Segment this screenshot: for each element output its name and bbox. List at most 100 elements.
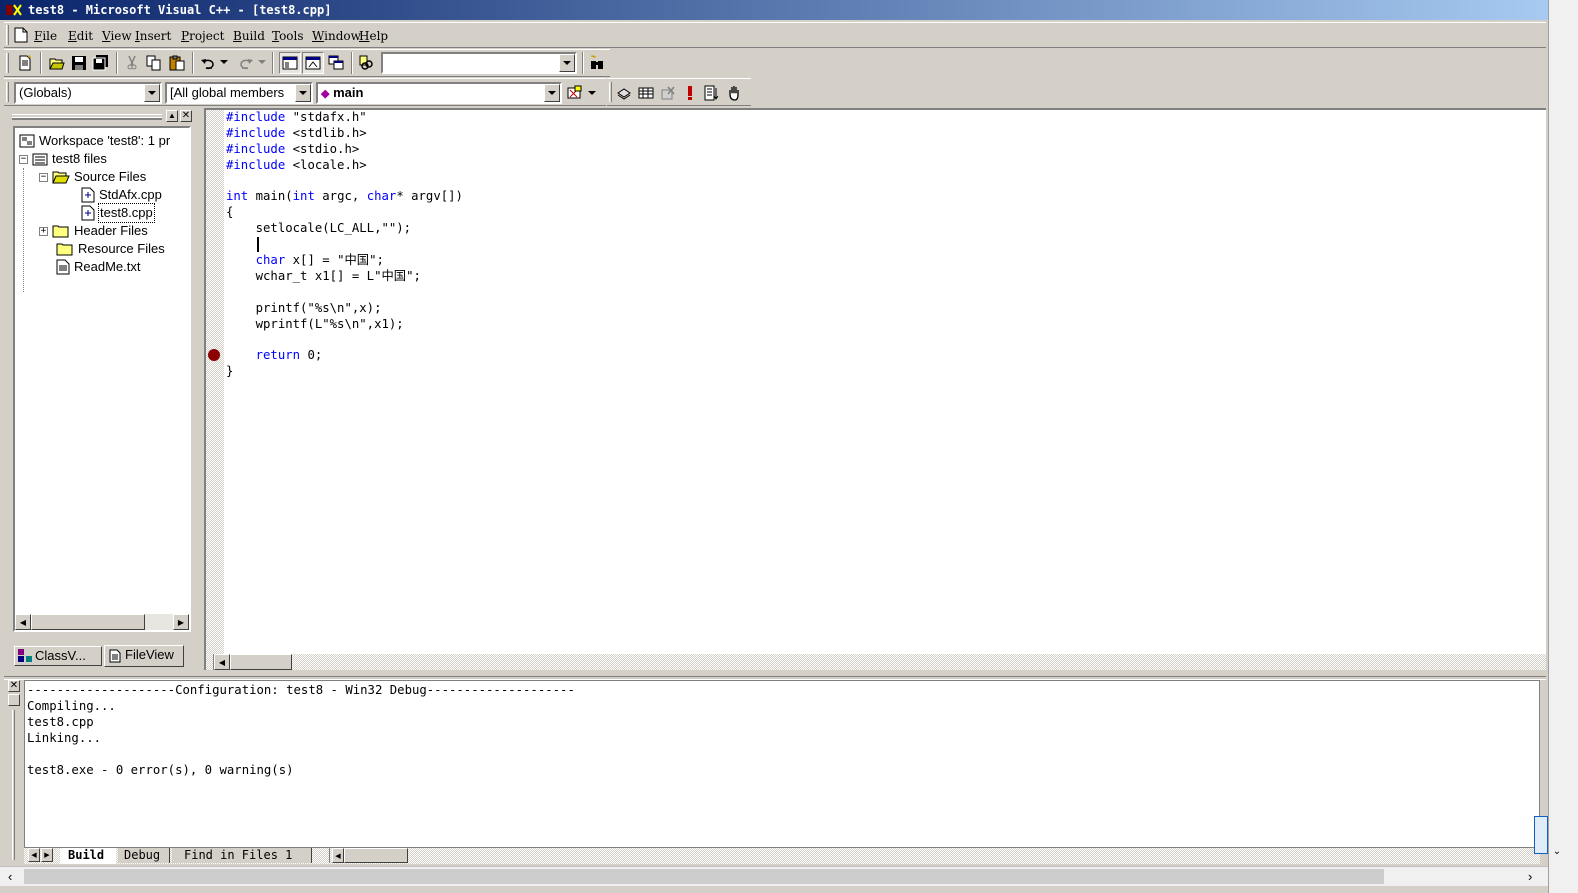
scroll-left-button[interactable]: ◀	[15, 614, 31, 630]
wizardbar-action-button[interactable]	[564, 82, 586, 104]
go-button[interactable]	[701, 82, 723, 104]
editor-hscrollbar[interactable]: ◀	[206, 654, 1546, 670]
save-all-button[interactable]	[90, 52, 112, 74]
menu-file[interactable]: File	[34, 28, 57, 44]
tree-item-source-files[interactable]: − Source Files	[39, 168, 147, 186]
code-line[interactable]: {	[226, 205, 463, 221]
output-grip[interactable]	[12, 710, 15, 860]
code-line[interactable]	[226, 285, 463, 301]
undo-dropdown-arrow[interactable]	[220, 60, 228, 64]
code-line[interactable]: setlocale(LC_ALL,"");	[226, 221, 463, 237]
output-maximize-button[interactable]	[8, 694, 20, 706]
expand-toggle[interactable]: +	[39, 226, 48, 236]
cut-button[interactable]	[121, 52, 143, 74]
breakpoint-marker[interactable]	[208, 349, 220, 361]
menu-window[interactable]: Window	[312, 28, 361, 44]
find-binoculars-button[interactable]	[586, 52, 608, 74]
code-line[interactable]: #include "stdafx.h"	[226, 110, 463, 126]
tab-scroll-right[interactable]: ▶	[41, 848, 53, 862]
collapse-toggle[interactable]: −	[39, 172, 48, 182]
workspace-hscrollbar[interactable]: ◀ ▶	[15, 614, 189, 630]
menu-help[interactable]: Help	[359, 28, 388, 44]
output-scroll-thumb[interactable]	[344, 848, 408, 863]
menu-build[interactable]: Build	[233, 28, 265, 44]
editor-gutter[interactable]	[206, 110, 224, 654]
code-line[interactable]: }	[226, 364, 463, 380]
menubar-grip[interactable]	[6, 25, 9, 45]
output-tab-debug[interactable]: Debug	[118, 848, 170, 863]
class-combo[interactable]: (Globals)	[14, 82, 162, 104]
code-line[interactable]: printf("%s\n",x);	[226, 301, 463, 317]
visual-cpp-app-icon[interactable]	[6, 3, 22, 17]
tree-item-readme[interactable]: ReadMe.txt	[56, 258, 141, 276]
find-combo[interactable]	[381, 52, 577, 74]
code-line[interactable]: wchar_t x1[] = L"中国";	[226, 269, 463, 285]
menu-edit[interactable]: Edit	[68, 28, 93, 44]
code-line[interactable]	[226, 174, 463, 190]
title-bar[interactable]: test8 - Microsoft Visual C++ - [test8.cp…	[0, 0, 1548, 20]
code-line[interactable]: #include <stdlib.h>	[226, 126, 463, 142]
tree-item-header-files[interactable]: + Header Files	[39, 222, 149, 240]
code-line[interactable]	[226, 332, 463, 348]
tab-classview[interactable]: ClassV...	[14, 646, 102, 666]
redo-dropdown-arrow[interactable]	[258, 60, 266, 64]
undo-button[interactable]	[197, 52, 219, 74]
output-text[interactable]: --------------------Configuration: test8…	[24, 680, 1540, 848]
menu-project[interactable]: Project	[181, 28, 224, 44]
outer-hscroll-thumb[interactable]	[24, 869, 1384, 884]
output-tab-build[interactable]: Build	[60, 848, 116, 864]
scroll-left-button[interactable]: ‹	[8, 869, 12, 884]
splitter-handle[interactable]	[206, 654, 214, 670]
scroll-right-button[interactable]: ›	[1528, 869, 1532, 884]
tab-fileview[interactable]: FileView	[104, 645, 184, 667]
output-toggle-button[interactable]	[302, 52, 324, 74]
window-list-button[interactable]	[325, 52, 347, 74]
workspace-tree[interactable]: Workspace 'test8': 1 pr − test8 files − …	[13, 126, 191, 632]
open-button[interactable]	[46, 52, 68, 74]
toolbar-grip[interactable]	[609, 82, 612, 102]
outer-scroll-down-button[interactable]: ⌄	[1550, 846, 1564, 860]
code-line[interactable]: int main(int argc, char* argv[])	[226, 189, 463, 205]
members-combo[interactable]: ◆ main	[316, 82, 562, 104]
output-close-button[interactable]: ✕	[8, 680, 20, 692]
redo-button[interactable]	[235, 52, 257, 74]
scroll-left-button[interactable]: ◀	[214, 654, 230, 670]
execute-button[interactable]	[679, 82, 701, 104]
workspace-maximize-button[interactable]: ▲	[166, 110, 178, 122]
menu-insert[interactable]: Insert	[135, 28, 171, 44]
tree-item-project[interactable]: − test8 files	[19, 150, 108, 168]
insert-breakpoint-button[interactable]	[723, 82, 745, 104]
filter-combo-dropdown-button[interactable]	[295, 84, 311, 102]
toolbar-grip[interactable]	[6, 82, 9, 102]
stop-build-button[interactable]	[657, 82, 679, 104]
code-line[interactable]: char x[] = "中国";	[226, 253, 463, 269]
new-text-file-button[interactable]	[14, 52, 36, 74]
code-text[interactable]: #include "stdafx.h" #include <stdlib.h> #i…	[226, 110, 463, 380]
class-combo-dropdown-button[interactable]	[144, 84, 160, 102]
compile-button[interactable]	[613, 82, 635, 104]
workspace-toggle-button[interactable]	[279, 52, 301, 74]
tree-item-stdafx[interactable]: StdAfx.cpp	[81, 186, 163, 204]
code-line[interactable]: wprintf(L"%s\n",x1);	[226, 317, 463, 333]
scroll-thumb[interactable]	[31, 614, 145, 630]
output-scroll-left[interactable]: ◀	[332, 848, 344, 863]
find-in-files-button[interactable]	[356, 52, 378, 74]
members-combo-dropdown-button[interactable]	[544, 84, 560, 102]
build-button[interactable]	[635, 82, 657, 104]
scroll-thumb[interactable]	[230, 654, 292, 670]
code-line[interactable]: #include <locale.h>	[226, 158, 463, 174]
outer-scroll-thumb[interactable]	[1534, 816, 1548, 854]
tab-scroll-left[interactable]: ◀	[28, 848, 40, 862]
outer-hscrollbar[interactable]: ‹ ›	[0, 866, 1548, 886]
copy-button[interactable]	[143, 52, 165, 74]
output-tab-find-in-files[interactable]: Find in Files 1	[172, 848, 312, 863]
code-line[interactable]	[226, 237, 463, 253]
wizardbar-action-dropdown[interactable]	[588, 91, 596, 95]
collapse-toggle[interactable]: −	[19, 154, 28, 164]
find-combo-dropdown-button[interactable]	[559, 54, 575, 72]
tree-item-test8-cpp[interactable]: test8.cpp	[81, 203, 155, 223]
scroll-right-button[interactable]: ▶	[173, 614, 189, 630]
document-icon[interactable]	[14, 27, 28, 43]
menu-view[interactable]: View	[102, 28, 132, 44]
tree-item-workspace[interactable]: Workspace 'test8': 1 pr	[19, 132, 171, 150]
